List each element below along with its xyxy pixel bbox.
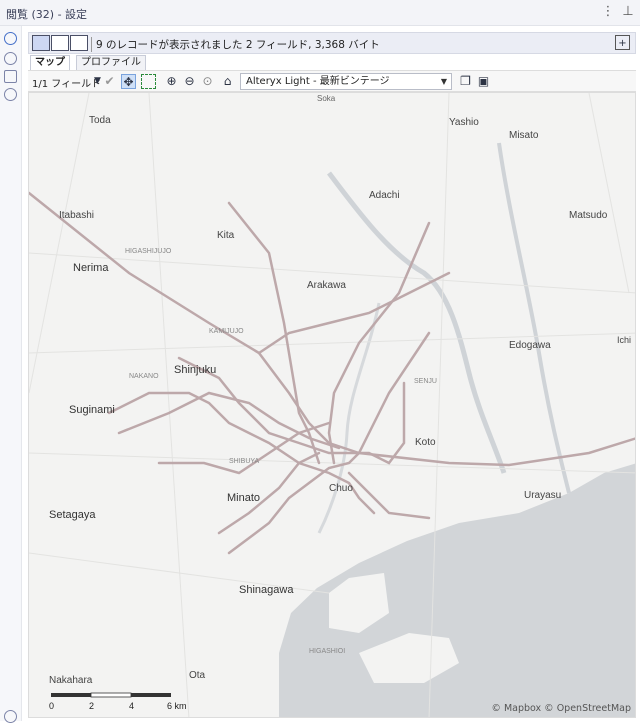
record-info: 9 のレコードが表示されました 2 フィールド, 3,368 バイト — [91, 37, 380, 52]
add-panel-icon[interactable]: + — [615, 35, 630, 50]
map-label: Shinagawa — [239, 584, 294, 596]
window-titlebar: 閲覧 (32) - 設定 ⋮ ⊥ — [0, 0, 640, 26]
scale-label: 6 km — [167, 701, 187, 711]
save-icon[interactable]: ▣ — [476, 74, 491, 89]
sumida-river — [317, 302, 381, 534]
zoom-out-icon[interactable]: ⊖ — [182, 74, 197, 89]
map-view[interactable]: Soka Toda Yashio Misato Adachi Itabashi Kita Ma… — [28, 92, 636, 718]
map-label: SENJU — [414, 378, 437, 385]
copy-icon[interactable]: ❐ — [458, 74, 473, 89]
map-label: HIGASHIJUJO — [125, 248, 172, 255]
basemap-style-select[interactable]: Alteryx Light - 最新ビンテージ ▼ — [240, 73, 452, 90]
home-icon[interactable]: ⌂ — [220, 74, 235, 89]
map-label: Matsudo — [569, 210, 608, 221]
map-label: Setagaya — [49, 509, 96, 521]
map-label: Edogawa — [509, 340, 551, 351]
view-tabs: マップ プロファイル — [28, 54, 636, 70]
map-label: NAKANO — [129, 373, 159, 380]
tag-icon[interactable] — [4, 70, 17, 83]
edogawa-river — [497, 142, 571, 494]
window-title: 閲覧 (32) - 設定 — [6, 8, 88, 21]
zoom-selection-icon[interactable]: ⊙ — [200, 74, 215, 89]
basemap-style-value: Alteryx Light - 最新ビンテージ — [246, 76, 390, 87]
split-vertical-icon[interactable] — [51, 35, 69, 51]
single-view-icon[interactable] — [32, 35, 50, 51]
map-label: Misato — [509, 130, 539, 141]
scale-bar — [51, 692, 171, 698]
scale-label: 4 — [129, 701, 134, 711]
map-label: Minato — [227, 492, 260, 504]
map-label: Soka — [317, 94, 336, 103]
map-attribution: © Mapbox © OpenStreetMap — [491, 703, 631, 714]
pan-icon[interactable]: ✥ — [121, 74, 136, 89]
connection-icon[interactable] — [4, 52, 17, 65]
map-label: Shinjuku — [174, 364, 216, 376]
settings-icon[interactable] — [4, 32, 17, 45]
map-label: KAMIJUJO — [209, 328, 244, 335]
scale-label: 2 — [89, 701, 94, 711]
chevron-down-icon: ▼ — [440, 77, 447, 86]
split-horizontal-icon[interactable] — [70, 35, 88, 51]
map-label: Nakahara — [49, 675, 93, 686]
collapse-icon[interactable] — [4, 710, 17, 723]
tab-profile[interactable]: プロファイル — [76, 55, 146, 70]
map-label: Koto — [415, 437, 436, 448]
map-label: Nerima — [73, 262, 109, 274]
map-label: Suginami — [69, 404, 115, 416]
map-label: Yashio — [449, 117, 479, 128]
help-icon[interactable] — [4, 88, 17, 101]
map-label: Chuo — [329, 483, 353, 494]
select-rect-icon[interactable] — [141, 74, 156, 89]
zoom-in-icon[interactable]: ⊕ — [164, 74, 179, 89]
map-label: Toda — [89, 115, 111, 126]
scale-labels: 0 2 4 6 km — [49, 701, 187, 711]
tab-map[interactable]: マップ — [30, 55, 70, 70]
map-label: Ota — [189, 670, 206, 681]
map-toolbar: 1/1 フィールド ▼ ✔ ✥ ⊕ ⊖ ⊙ ⌂ Alteryx Light - … — [28, 70, 636, 92]
map-label: Itabashi — [59, 210, 94, 221]
map-canvas[interactable]: Soka Toda Yashio Misato Adachi Itabashi Kita Ma… — [29, 93, 636, 718]
map-label: Urayasu — [524, 490, 561, 501]
map-label: HIGASHIOI — [309, 648, 345, 655]
pin-icon[interactable]: ⊥ — [620, 4, 636, 20]
scale-label: 0 — [49, 701, 54, 711]
more-options-icon[interactable]: ⋮ — [600, 4, 616, 20]
arakawa-river — [327, 171, 507, 474]
browse-panel: 9 のレコードが表示されました 2 フィールド, 3,368 バイト + マップ… — [28, 32, 638, 718]
map-label: Adachi — [369, 190, 400, 201]
results-toolbar: 9 のレコードが表示されました 2 フィールド, 3,368 バイト + — [28, 32, 636, 54]
map-label: SHIBUYA — [229, 458, 260, 465]
map-label: Ichi — [617, 335, 631, 345]
left-rail — [0, 26, 22, 723]
check-icon[interactable]: ✔ — [102, 74, 117, 89]
map-label: Arakawa — [307, 280, 346, 291]
map-label: Kita — [217, 230, 235, 241]
